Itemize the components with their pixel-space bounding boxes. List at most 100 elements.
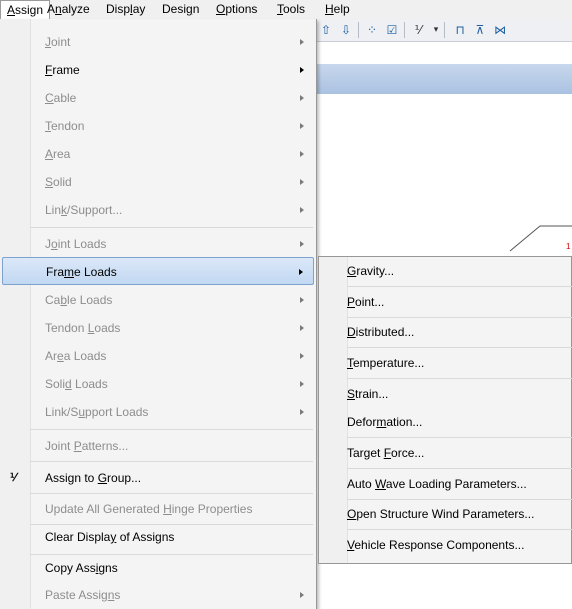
- menu-item-label: Copy Assigns: [45, 561, 118, 575]
- menu-item-label: Open Structure Wind Parameters...: [347, 507, 535, 521]
- menu-item-label: Joint Loads: [45, 237, 107, 251]
- menu-item-label: Vehicle Response Components...: [347, 538, 525, 552]
- submenu-arrow-icon: [300, 179, 304, 185]
- submenu-arrow-icon: [300, 409, 304, 415]
- menu-item-label: Area: [45, 147, 71, 161]
- submenu-arrow-icon: [300, 297, 304, 303]
- menu-item-frame[interactable]: Frame: [0, 56, 316, 84]
- submenu-item-auto-wave-loading[interactable]: Auto Wave Loading Parameters...: [319, 470, 572, 498]
- menu-item-cable[interactable]: Cable: [0, 84, 316, 112]
- menu-item-link-support[interactable]: Link/Support...: [0, 196, 316, 224]
- assign-group-icon[interactable]: ⅟: [410, 22, 426, 38]
- submenu-arrow-icon: [300, 241, 304, 247]
- joint-label: 1: [566, 242, 571, 251]
- assign-menu: Joint Frame Cable Tendon Area Solid Link…: [0, 19, 317, 609]
- submenu-arrow-icon: [300, 381, 304, 387]
- select-grid-icon[interactable]: ⁘: [364, 22, 380, 38]
- menu-item-label: Tendon Loads: [45, 321, 121, 335]
- submenu-arrow-icon: [300, 39, 304, 45]
- toolbar: ⇧ ⇩ ⁘ ☑ ⅟ ▾ ⊓ ⊼ ⋈: [300, 19, 572, 42]
- menu-separator: [347, 286, 572, 287]
- menu-display[interactable]: Display: [100, 0, 151, 19]
- menu-item-cable-loads[interactable]: Cable Loads: [0, 286, 316, 314]
- menu-item-frame-loads[interactable]: Frame Loads: [2, 257, 314, 285]
- submenu-item-deformation[interactable]: Deformation...: [319, 408, 572, 436]
- menu-item-area-loads[interactable]: Area Loads: [0, 342, 316, 370]
- menu-item-joint-loads[interactable]: Joint Loads: [0, 230, 316, 258]
- toolbar-separator: [444, 22, 445, 38]
- submenu-item-distributed[interactable]: Distributed...: [319, 318, 572, 346]
- submenu-item-point[interactable]: Point...: [319, 288, 572, 316]
- menu-item-joint-patterns[interactable]: Joint Patterns...: [0, 432, 316, 460]
- menu-item-label: Cable: [45, 91, 77, 105]
- menu-separator: [30, 227, 313, 228]
- menu-item-label: Gravity...: [347, 264, 395, 278]
- menu-item-label: Tendon: [45, 119, 85, 133]
- menu-item-solid-loads[interactable]: Solid Loads: [0, 370, 316, 398]
- submenu-arrow-icon: [300, 95, 304, 101]
- submenu-arrow-icon: [300, 325, 304, 331]
- submenu-arrow-icon: [300, 592, 304, 598]
- submenu-arrow-icon: [300, 123, 304, 129]
- menu-item-label: Cable Loads: [45, 293, 113, 307]
- frame-loads-submenu: Gravity... Point... Distributed... Tempe…: [318, 256, 572, 564]
- menu-item-area[interactable]: Area: [0, 140, 316, 168]
- menu-item-tendon-loads[interactable]: Tendon Loads: [0, 314, 316, 342]
- move-up-icon[interactable]: ⇧: [318, 22, 334, 38]
- menu-item-label: Link/Support Loads: [45, 405, 149, 419]
- menu-item-link-support-loads[interactable]: Link/Support Loads: [0, 398, 316, 426]
- submenu-item-temperature[interactable]: Temperature...: [319, 349, 572, 377]
- submenu-item-strain[interactable]: Strain...: [319, 380, 572, 408]
- toolbar-separator: [404, 22, 405, 38]
- menu-item-copy-assigns[interactable]: Copy Assigns: [0, 554, 316, 582]
- menu-separator: [30, 429, 313, 430]
- menu-item-label: Distributed...: [347, 325, 415, 339]
- menu-item-update-hinge-properties[interactable]: Update All Generated Hinge Properties: [0, 495, 316, 523]
- submenu-arrow-icon: [300, 67, 304, 73]
- menu-separator: [347, 347, 572, 348]
- assign-group-icon: ⅟: [10, 472, 17, 484]
- submenu-item-target-force[interactable]: Target Force...: [319, 439, 572, 467]
- submenu-arrow-icon: [300, 353, 304, 359]
- menu-options[interactable]: Options: [210, 0, 263, 19]
- menu-item-label: Link/Support...: [45, 203, 123, 217]
- menu-item-label: Area Loads: [45, 349, 107, 363]
- menu-item-label: Frame Loads: [46, 265, 117, 279]
- submenu-item-vehicle-response[interactable]: Vehicle Response Components...: [319, 531, 572, 559]
- menu-help[interactable]: Help: [319, 0, 356, 19]
- submenu-item-open-structure-wind[interactable]: Open Structure Wind Parameters...: [319, 500, 572, 528]
- menu-bar: Assign Analyze Display Design Options To…: [0, 0, 572, 20]
- menu-design[interactable]: Design: [156, 0, 205, 19]
- draw-truss-icon[interactable]: ⊼: [472, 22, 488, 38]
- menu-item-tendon[interactable]: Tendon: [0, 112, 316, 140]
- menu-item-joint[interactable]: Joint: [0, 28, 316, 56]
- menu-item-label: Joint Patterns...: [45, 439, 129, 453]
- menu-item-label: Assign to Group...: [45, 471, 142, 485]
- move-down-icon[interactable]: ⇩: [338, 22, 354, 38]
- submenu-arrow-icon: [300, 207, 304, 213]
- menu-item-label: Deformation...: [347, 415, 423, 429]
- menu-separator: [347, 468, 572, 469]
- menu-item-label: Strain...: [347, 387, 389, 401]
- menu-item-label: Point...: [347, 295, 385, 309]
- menu-item-label: Clear Display of Assigns: [45, 530, 175, 544]
- menu-item-label: Solid: [45, 175, 72, 189]
- submenu-item-gravity[interactable]: Gravity...: [319, 257, 572, 285]
- menu-item-assign-to-group[interactable]: ⅟ Assign to Group...: [0, 464, 316, 492]
- menu-item-clear-display-of-assigns[interactable]: Clear Display of Assigns: [0, 523, 316, 551]
- submenu-arrow-icon: [300, 151, 304, 157]
- menu-item-label: Temperature...: [347, 356, 425, 370]
- menu-item-paste-assigns[interactable]: Paste Assigns: [0, 581, 316, 609]
- model-frame-line: [509, 225, 572, 252]
- menu-analyze[interactable]: Analyze: [41, 0, 96, 19]
- submenu-arrow-icon: [299, 269, 303, 275]
- checkbox-icon[interactable]: ☑: [384, 22, 400, 38]
- draw-bracing-icon[interactable]: ⋈: [492, 22, 508, 38]
- draw-frame-icon[interactable]: ⊓: [452, 22, 468, 38]
- menu-item-label: Paste Assigns: [45, 588, 121, 602]
- dropdown-icon[interactable]: ▾: [428, 22, 444, 38]
- menu-item-label: Auto Wave Loading Parameters...: [347, 477, 527, 491]
- menu-item-label: Update All Generated Hinge Properties: [45, 502, 253, 516]
- menu-tools[interactable]: Tools: [271, 0, 311, 19]
- menu-item-solid[interactable]: Solid: [0, 168, 316, 196]
